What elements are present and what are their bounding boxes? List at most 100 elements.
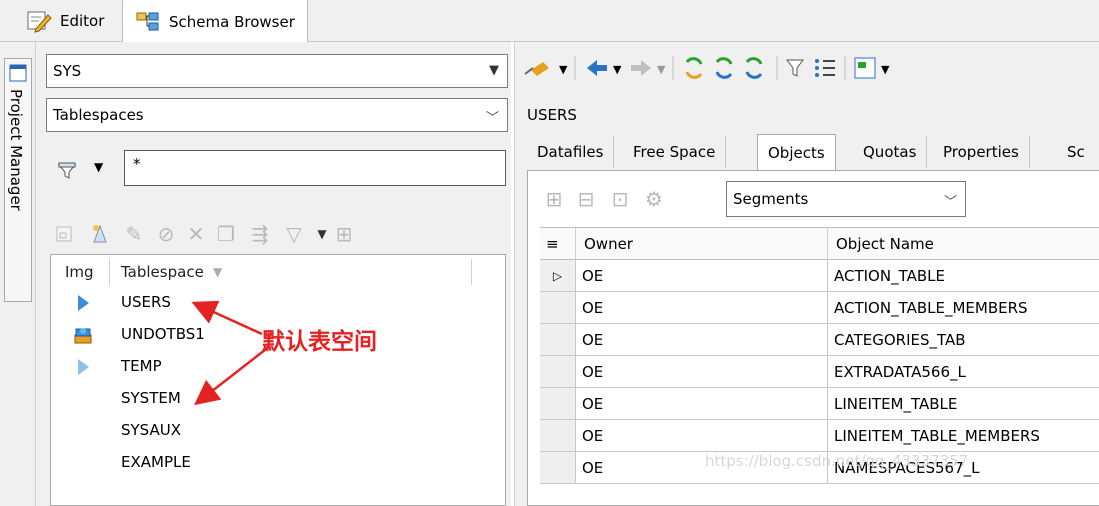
toolbar-filter-icon[interactable]: ▽ <box>280 220 308 248</box>
export-grid-icon[interactable] <box>854 57 876 79</box>
tab-label: Sc <box>1067 143 1085 161</box>
object-type-select-value: Tablespaces <box>53 106 144 124</box>
detail-toolbar: ▼ ▼ ▼ ▼ <box>524 56 890 80</box>
owner-cell[interactable]: OE <box>576 356 828 388</box>
table-row[interactable]: EXAMPLE <box>51 447 505 479</box>
column-header-img[interactable]: Img <box>65 263 94 281</box>
table-row[interactable]: ▷ OE ACTION_TABLE <box>540 260 1099 292</box>
tab-sc[interactable]: Sc <box>1057 136 1095 168</box>
project-manager-tab[interactable]: Project Manager <box>4 58 32 302</box>
connect-icon[interactable] <box>524 62 549 76</box>
owner-cell[interactable]: OE <box>576 388 828 420</box>
forward-arrow-icon[interactable] <box>631 60 651 76</box>
chevron-down-icon[interactable]: ﹀ <box>944 191 957 210</box>
owner-cell[interactable]: OE <box>576 292 828 324</box>
object-name-cell[interactable]: ACTION_TABLE <box>828 260 1099 292</box>
list-view-icon[interactable] <box>815 59 835 77</box>
filter-dropdown-arrow-icon[interactable]: ▼ <box>94 160 103 174</box>
right-detail-panel: ▼ ▼ ▼ ▼ USERS Datafiles Free Space Objec… <box>514 42 1099 506</box>
edit-pencil-icon[interactable]: ✎ <box>120 220 148 248</box>
object-name-cell[interactable]: EXTRADATA566_L <box>828 356 1099 388</box>
owner-cell[interactable]: OE <box>576 260 828 292</box>
back-arrow-icon[interactable] <box>587 60 607 76</box>
table-row[interactable]: OE EXTRADATA566_L <box>540 356 1099 388</box>
tablespace-name: UNDOTBS1 <box>121 325 205 343</box>
object-name-cell[interactable]: LINEITEM_TABLE_MEMBERS <box>828 420 1099 452</box>
sort-indicator-icon[interactable]: ▼ <box>213 265 222 279</box>
filter-icon[interactable] <box>56 160 78 182</box>
table-row[interactable]: OE CATEGORIES_TAB <box>540 324 1099 356</box>
row-selector[interactable] <box>540 356 576 388</box>
row-selector[interactable] <box>540 292 576 324</box>
table-row[interactable]: OE LINEITEM_TABLE_MEMBERS <box>540 420 1099 452</box>
table-row[interactable]: SYSAUX <box>51 415 505 447</box>
new-object-icon[interactable] <box>50 220 78 248</box>
copy-icon[interactable]: ❐ <box>212 220 240 248</box>
tab-quotas[interactable]: Quotas <box>853 136 928 168</box>
tab-properties[interactable]: Properties <box>933 136 1030 168</box>
owner-cell[interactable]: OE <box>576 324 828 356</box>
connect-dropdown-icon[interactable]: ▼ <box>559 63 568 76</box>
forward-dropdown-icon[interactable]: ▼ <box>657 63 666 76</box>
tab-schema-browser[interactable]: Schema Browser <box>122 0 308 43</box>
current-row-indicator-icon[interactable]: ▷ <box>540 260 576 292</box>
owner-cell[interactable]: OE <box>576 420 828 452</box>
row-selector[interactable] <box>540 452 576 484</box>
back-dropdown-icon[interactable]: ▼ <box>613 63 622 76</box>
row-selector[interactable] <box>540 388 576 420</box>
row-selector[interactable] <box>540 324 576 356</box>
chevron-down-icon[interactable]: ﹀ <box>486 107 499 126</box>
table-row[interactable]: SYSTEM <box>51 383 505 415</box>
grid-options-icon[interactable]: ⊞ <box>330 220 358 248</box>
check-icon[interactable]: ⊘ <box>152 220 180 248</box>
row-selector[interactable] <box>540 420 576 452</box>
left-browser-panel: SYS ▼ Tablespaces ﹀ ▼ * ✎ ⊘ ✕ ❐ ⇶ ▽ ▼ ⊞ … <box>36 42 511 506</box>
grid-refresh-icon[interactable]: ⊟ <box>572 185 600 213</box>
tab-label: Free Space <box>633 143 716 161</box>
schema-select[interactable]: SYS ▼ <box>46 54 508 88</box>
delete-icon[interactable]: ✕ <box>182 220 210 248</box>
refresh-all-icon[interactable] <box>745 57 763 79</box>
segment-type-select[interactable]: Segments ﹀ <box>726 181 966 217</box>
side-tool-strip: Project Manager <box>0 42 36 506</box>
export-icon[interactable]: ⇶ <box>246 220 274 248</box>
object-title: USERS <box>527 106 577 124</box>
object-name-cell[interactable]: LINEITEM_TABLE <box>828 388 1099 420</box>
grid-icon[interactable]: ⊞ <box>540 185 568 213</box>
table-row[interactable]: OE LINEITEM_TABLE <box>540 388 1099 420</box>
schema-browser-icon <box>136 12 159 30</box>
table-row[interactable]: OE ACTION_TABLE_MEMBERS <box>540 292 1099 324</box>
object-name-cell[interactable]: ACTION_TABLE_MEMBERS <box>828 292 1099 324</box>
tab-datafiles[interactable]: Datafiles <box>527 136 615 168</box>
tablespace-name: USERS <box>121 293 171 311</box>
tab-free-space[interactable]: Free Space <box>623 136 727 168</box>
column-header-tablespace[interactable]: Tablespace <box>121 263 204 281</box>
tablespace-name: EXAMPLE <box>121 453 191 471</box>
segment-type-value: Segments <box>733 190 809 208</box>
object-name-cell[interactable]: CATEGORIES_TAB <box>828 324 1099 356</box>
tab-editor[interactable]: Editor <box>14 0 116 42</box>
filter-input[interactable]: * <box>124 150 506 186</box>
project-manager-label: Project Manager <box>7 89 25 211</box>
tab-schema-browser-label: Schema Browser <box>169 12 295 31</box>
object-type-select[interactable]: Tablespaces ﹀ <box>46 98 508 132</box>
tab-editor-label: Editor <box>60 12 105 30</box>
edit-icon <box>27 11 52 33</box>
grid-compare-icon[interactable]: ⊡ <box>606 185 634 213</box>
dropdown-arrow-icon[interactable]: ▼ <box>489 63 499 78</box>
export-dropdown-icon[interactable]: ▼ <box>881 63 890 76</box>
main-tab-bar: Editor Schema Browser <box>0 0 1099 43</box>
column-header-object-name[interactable]: Object Name <box>828 228 1099 260</box>
detail-tab-row: Datafiles Free Space Objects Quotas Prop… <box>527 134 1099 170</box>
wizard-icon[interactable] <box>86 220 114 248</box>
window-icon <box>9 64 27 82</box>
refresh-icon[interactable] <box>685 57 703 79</box>
tab-label: Datafiles <box>537 143 604 161</box>
tab-objects[interactable]: Objects <box>757 134 836 170</box>
table-row[interactable]: USERS <box>51 287 505 319</box>
grid-tools-icon[interactable]: ⚙ <box>640 185 668 213</box>
grid-columns-icon[interactable]: ≡ <box>540 228 576 260</box>
filter-icon[interactable] <box>786 59 804 77</box>
column-header-owner[interactable]: Owner <box>576 228 828 260</box>
refresh-one-icon[interactable] <box>715 57 733 79</box>
